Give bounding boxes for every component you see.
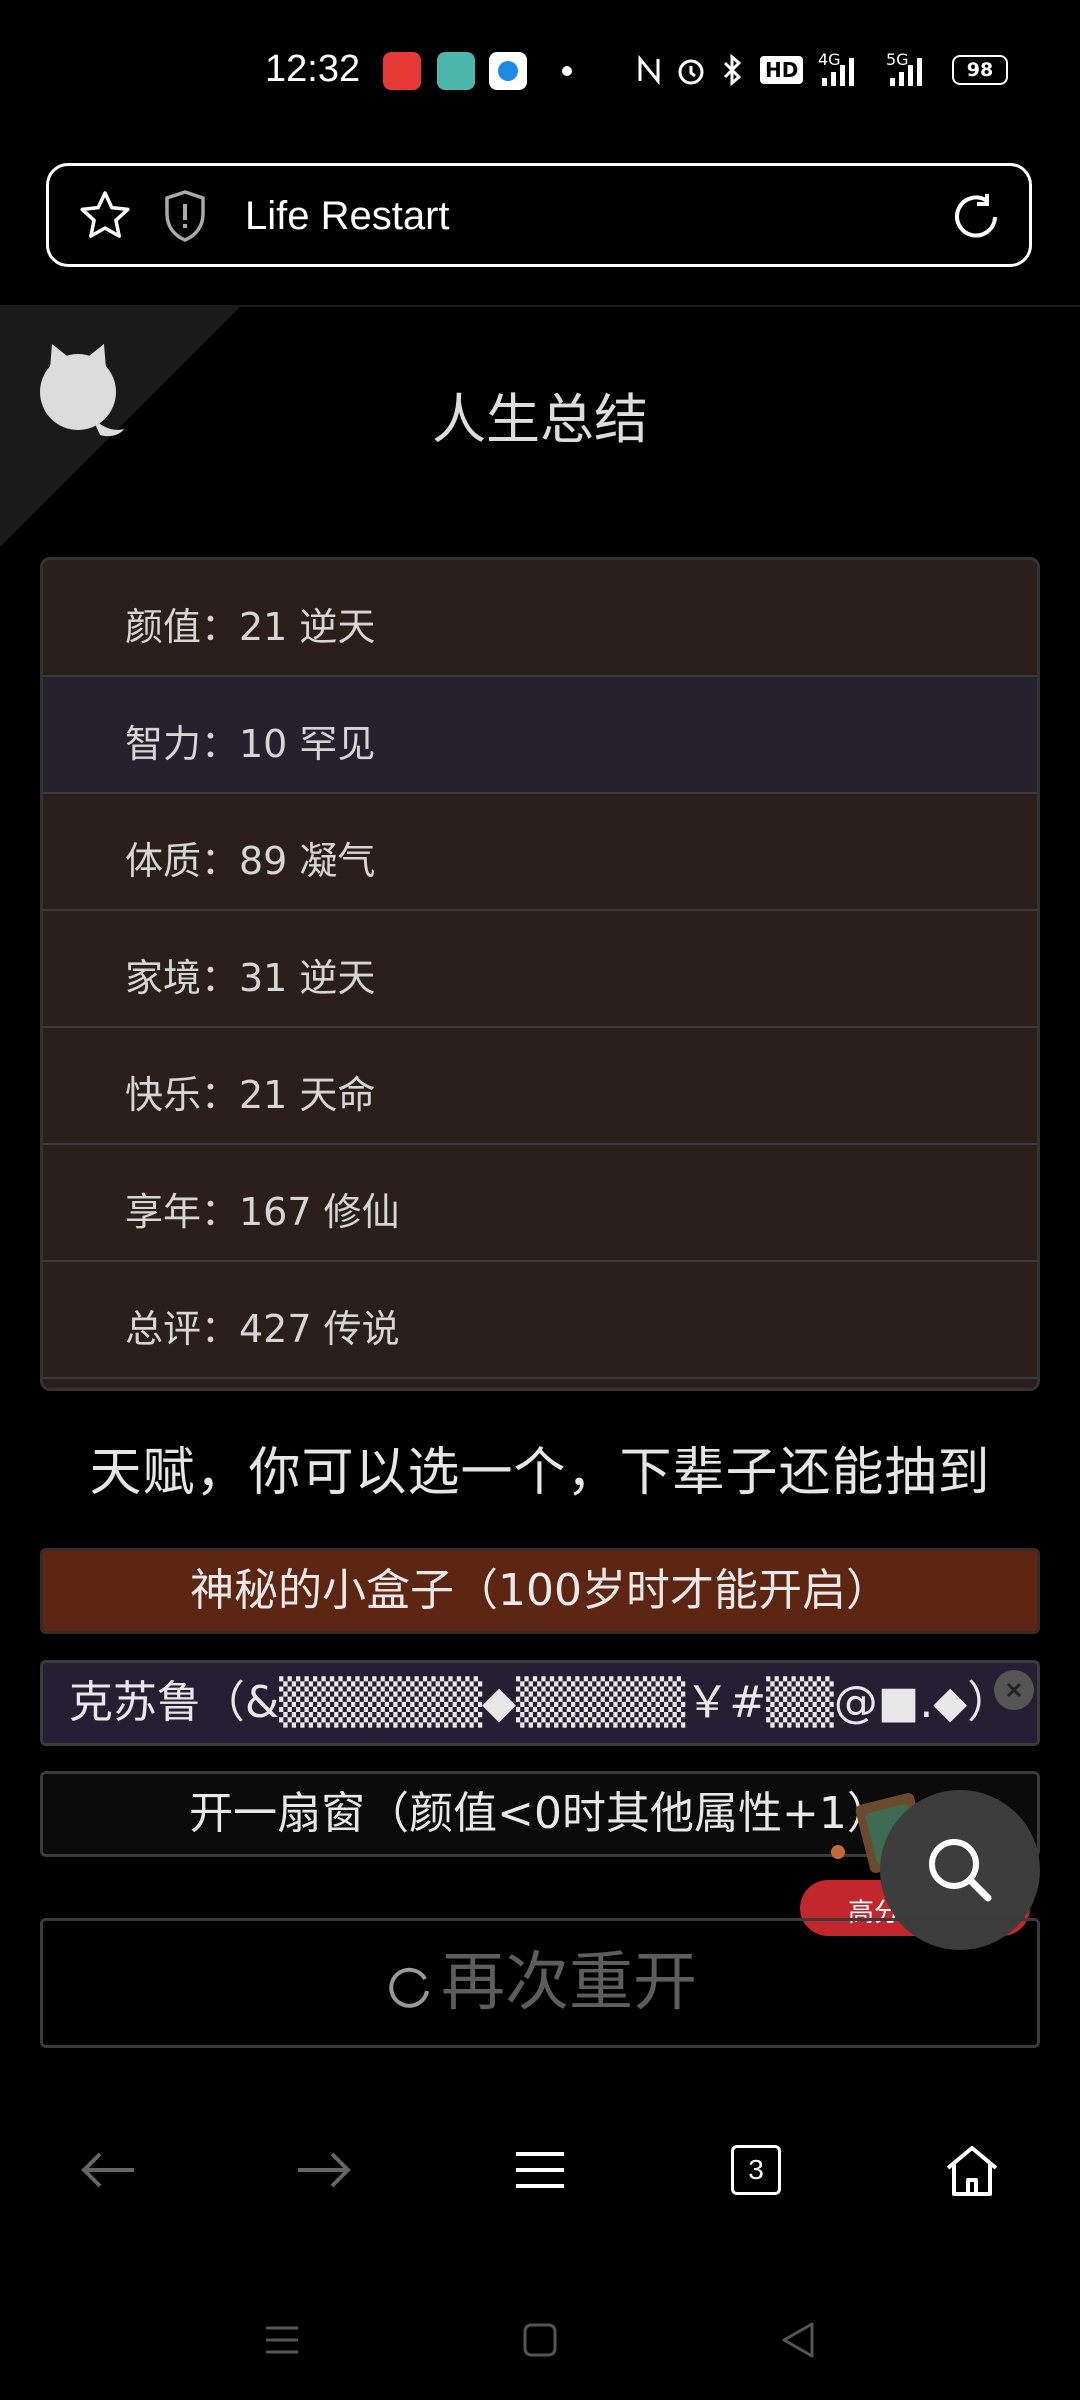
- tabs-button[interactable]: 3: [716, 2130, 796, 2210]
- page-url-title[interactable]: Life Restart: [245, 194, 450, 239]
- back-button[interactable]: [68, 2130, 148, 2210]
- summary-row-appearance: 颜值：21 逆天: [43, 560, 1037, 677]
- talent-option[interactable]: 克苏鲁（&▒▒▒▒▒▒◆▒▒▒▒▒￥#▒▒@■.◆）: [40, 1660, 1040, 1746]
- notification-app-icon: [437, 52, 475, 90]
- summary-row-happiness: 快乐：21 天命: [43, 1028, 1037, 1145]
- status-time: 12:32: [265, 48, 361, 90]
- system-back-button[interactable]: [768, 2310, 828, 2370]
- notification-app-icon: [383, 52, 421, 90]
- summary-row-label: 体质：89 凝气: [125, 839, 376, 883]
- page-title: 人生总结: [432, 388, 648, 451]
- summary-row-constitution: 体质：89 凝气: [43, 794, 1037, 911]
- bluetooth-icon: [722, 50, 744, 90]
- battery-icon: 98: [952, 50, 1008, 90]
- summary-row-label: 家境：31 逆天: [125, 956, 376, 1000]
- summary-row-lifespan: 享年：167 修仙: [43, 1145, 1037, 1262]
- menu-button[interactable]: [500, 2130, 580, 2210]
- loading-spinner-icon: [389, 1968, 429, 2009]
- security-shield-icon[interactable]: [161, 188, 209, 248]
- bookmark-star-icon[interactable]: [77, 188, 133, 248]
- summary-row-label: 颜值：21 逆天: [125, 605, 376, 649]
- talent-option[interactable]: 神秘的小盒子（100岁时才能开启）: [40, 1548, 1040, 1634]
- summary-row-label: 总评：427 传说: [125, 1307, 400, 1351]
- address-bar[interactable]: Life Restart: [46, 163, 1032, 267]
- summary-row-family: 家境：31 逆天: [43, 911, 1037, 1028]
- hamburger-menu-icon: [516, 2152, 564, 2188]
- arrow-right-icon: [298, 2152, 351, 2188]
- life-summary-list: 颜值：21 逆天 智力：10 罕见 体质：89 凝气 家境：31 逆天 快乐：2…: [40, 557, 1040, 1391]
- home-button[interactable]: [932, 2130, 1012, 2210]
- square-icon: [523, 2323, 557, 2357]
- close-icon[interactable]: [994, 1670, 1034, 1710]
- arrow-left-icon: [81, 2152, 134, 2188]
- summary-row-overall: 总评：427 传说: [43, 1262, 1037, 1379]
- tab-count: 3: [731, 2145, 781, 2195]
- nfc-icon: [636, 50, 662, 90]
- summary-row-label: 享年：167 修仙: [125, 1190, 400, 1234]
- restart-button[interactable]: 再次重开: [40, 1918, 1040, 2048]
- system-home-button[interactable]: [510, 2310, 570, 2370]
- back-triangle-icon: [782, 2322, 814, 2358]
- notification-app-icon: [489, 52, 527, 90]
- signal-5g-icon: 5G: [886, 50, 924, 90]
- recents-icon: [266, 2326, 298, 2354]
- hd-icon: HD: [760, 50, 804, 90]
- reload-icon[interactable]: [949, 190, 1003, 248]
- status-bar: 12:32 HD 4G 5G 98: [0, 0, 1080, 140]
- talent-section-header: 天赋，你可以选一个，下辈子还能抽到: [89, 1443, 991, 1503]
- restart-button-label: 再次重开: [441, 1946, 697, 2020]
- alarm-icon: [675, 50, 707, 90]
- system-recent-apps-button[interactable]: [252, 2310, 312, 2370]
- summary-row-label: 快乐：21 天命: [125, 1073, 376, 1117]
- summary-row-intelligence: 智力：10 罕见: [43, 677, 1037, 794]
- summary-row-label: 智力：10 罕见: [125, 722, 376, 766]
- home-icon: [946, 2146, 998, 2196]
- forward-button[interactable]: [284, 2130, 364, 2210]
- signal-4g-icon: 4G: [818, 50, 856, 90]
- more-notifications-dot: [562, 66, 572, 76]
